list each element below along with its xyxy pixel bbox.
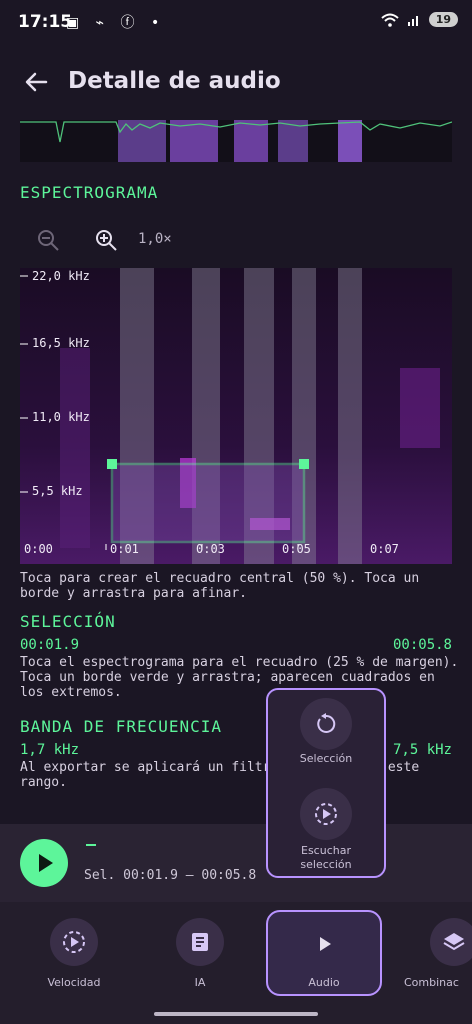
battery-indicator: 19 [428, 12, 458, 27]
mini-player: – Sel. 00:01.9 – 00:05.8 [0, 824, 472, 902]
play-button[interactable] [20, 839, 68, 887]
frequency-band-heading: BANDA DE FRECUENCIA [20, 717, 223, 736]
y-label-16khz: 16,5 kHz [32, 336, 90, 350]
status-right: 19 [381, 12, 458, 27]
y-label-11khz: 11,0 kHz [32, 410, 90, 424]
nav-label: Combinac [404, 976, 459, 989]
x-label-3: 0:03 [196, 542, 225, 556]
player-selection: Sel. 00:01.9 – 00:05.8 [84, 868, 257, 883]
spectrogram-canvas[interactable]: 22,0 kHz 16,5 kHz 11,0 kHz 5,5 kHz 0:00 … [20, 268, 452, 564]
waveform-strip[interactable] [20, 120, 452, 162]
gesture-handle [154, 1012, 318, 1016]
selection-label: Selección [299, 752, 353, 765]
play-icon [39, 854, 53, 872]
document-icon [192, 933, 208, 951]
spectrogram-heading: ESPECTROGRAMA [20, 183, 159, 202]
app-bar: Detalle de audio [0, 56, 472, 108]
notification-icons: ▣ ⌁ ⓕ • [66, 15, 166, 31]
nav-item-combinar[interactable]: Combinac [392, 910, 472, 1000]
nav-label: Audio [308, 976, 340, 989]
player-title [86, 844, 96, 846]
zoom-out-icon[interactable] [36, 228, 60, 252]
page-title: Detalle de audio [68, 68, 281, 94]
x-label-5: 0:05 [282, 542, 311, 556]
nav-label: Velocidad [47, 976, 101, 989]
y-label-5khz: 5,5 kHz [32, 484, 83, 498]
bottom-navigation: Velocidad IA Audio Combinac [0, 902, 472, 1024]
status-bar: 17:15 ▣ ⌁ ⓕ • 19 [0, 0, 472, 44]
zoom-in-icon[interactable] [94, 228, 118, 252]
selection-hint: Toca el espectrograma para el recuadro (… [20, 655, 459, 700]
x-label-0: 0:00 [24, 542, 53, 556]
nav-label: IA [194, 976, 206, 989]
listen-selection-label-1: Escuchar [301, 844, 351, 857]
signal-icon [407, 15, 418, 26]
y-label-22khz: 22,0 kHz [32, 269, 90, 283]
spectrogram-hint: Toca para crear el recuadro central (50 … [20, 571, 420, 601]
play-icon [320, 937, 331, 951]
back-arrow-icon[interactable] [22, 68, 50, 96]
selection-heading: SELECCIÓN [20, 612, 116, 631]
layers-icon [443, 933, 465, 951]
selection-start: 00:01.9 [20, 637, 80, 653]
band-high: 7,5 kHz [392, 742, 452, 758]
status-time: 17:15 [18, 12, 73, 32]
selection-button[interactable] [300, 698, 352, 750]
band-low: 1,7 kHz [20, 742, 80, 758]
play-circle-icon [315, 803, 337, 825]
speed-icon [63, 931, 85, 953]
x-label-7: 0:07 [370, 542, 399, 556]
wifi-icon [381, 13, 399, 27]
nav-item-ia[interactable]: IA [142, 910, 258, 1000]
listen-selection-button[interactable] [300, 788, 352, 840]
replay-icon [317, 713, 336, 733]
nav-item-audio[interactable]: Audio [266, 910, 382, 996]
zoom-level: 1,0× [138, 231, 172, 247]
listen-selection-label-2: selección [300, 858, 352, 871]
audio-popup-menu: Selección Escuchar selección [266, 688, 386, 878]
band-hint: Al exportar se aplicará un filtro de ban… [20, 760, 420, 790]
selection-end: 00:05.8 [392, 637, 452, 653]
x-label-1: 0:01 [110, 542, 139, 556]
nav-item-velocidad[interactable]: Velocidad [16, 910, 132, 1000]
